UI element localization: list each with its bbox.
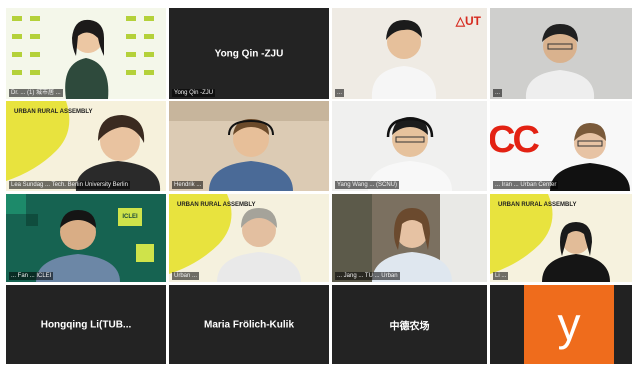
video-tile[interactable]: ... Jang ... TU ... Urban: [332, 194, 487, 282]
video-tile[interactable]: ...: [490, 8, 632, 99]
video-grid: Dr. ... (1) 城市居 ... Yong Qin -ZJU Yong Q…: [0, 0, 635, 367]
participant-name: Yang Wang ... (SCNU): [335, 181, 400, 189]
video-tile[interactable]: ICLEI ... Fan ... ICLEI: [6, 194, 166, 282]
urban-rural-assembly-logo: URBAN RURAL ASSEMBLY: [498, 202, 577, 208]
participant-name: Yong Qin -ZJU: [172, 89, 216, 97]
participant-name: Hendrik ...: [172, 181, 204, 189]
video-tile[interactable]: URBAN RURAL ASSEMBLY Urban ...: [169, 194, 329, 282]
participant-video: [332, 101, 487, 191]
participant-name: ... Iran ... Urban Center: [493, 181, 559, 189]
participant-name: ...: [493, 89, 503, 97]
video-tile[interactable]: URBAN RURAL ASSEMBLY Lea Sundag ... Tech…: [6, 101, 166, 191]
participant-name: Dr. ... (1) 城市居 ...: [9, 89, 63, 97]
video-tile[interactable]: Yong Qin -ZJU Yong Qin -ZJU: [169, 8, 329, 99]
participant-name: Urban ...: [172, 272, 200, 280]
urban-rural-assembly-logo: URBAN RURAL ASSEMBLY: [14, 109, 93, 115]
video-tile[interactable]: Yang Wang ... (SCNU): [332, 101, 487, 191]
avatar: y: [524, 285, 614, 364]
participant-video: [6, 194, 166, 282]
participant-name-center: 中德农场: [389, 321, 430, 332]
video-tile[interactable]: Hendrik ...: [169, 101, 329, 191]
participant-name: Lea Sundag ... Tech. Berlin University B…: [9, 181, 130, 189]
video-tile[interactable]: CC ... Iran ... Urban Center: [490, 101, 632, 191]
video-tile[interactable]: URBAN RURAL ASSEMBLY Li ...: [490, 194, 632, 282]
video-tile[interactable]: Hongqing Li(TUB...: [6, 285, 166, 364]
iclei-logo: ICLEI: [118, 208, 142, 226]
video-tile[interactable]: y: [490, 285, 632, 364]
participant-video: [169, 101, 329, 191]
participant-video: [332, 194, 487, 282]
participant-name-center: Hongqing Li(TUB...: [40, 319, 132, 330]
participant-name: ...: [335, 89, 345, 97]
video-tile[interactable]: Maria Frölich-Kulik: [169, 285, 329, 364]
participant-video: [490, 8, 632, 99]
participant-video: [6, 8, 166, 99]
urban-rural-assembly-logo: URBAN RURAL ASSEMBLY: [177, 202, 256, 208]
participant-name: ... Fan ... ICLEI: [9, 272, 54, 280]
cc-logo: CC: [490, 119, 540, 161]
participant-name-center: Maria Frölich-Kulik: [203, 319, 294, 330]
participant-name: ... Jang ... TU ... Urban: [335, 272, 400, 280]
video-tile[interactable]: 中德农场: [332, 285, 487, 364]
participant-name-center: Yong Qin -ZJU: [214, 48, 284, 59]
participant-name: Li ...: [493, 272, 509, 280]
ut-logo: △UT: [455, 14, 481, 28]
video-tile[interactable]: △UT ...: [332, 8, 487, 99]
video-tile[interactable]: Dr. ... (1) 城市居 ...: [6, 8, 166, 99]
